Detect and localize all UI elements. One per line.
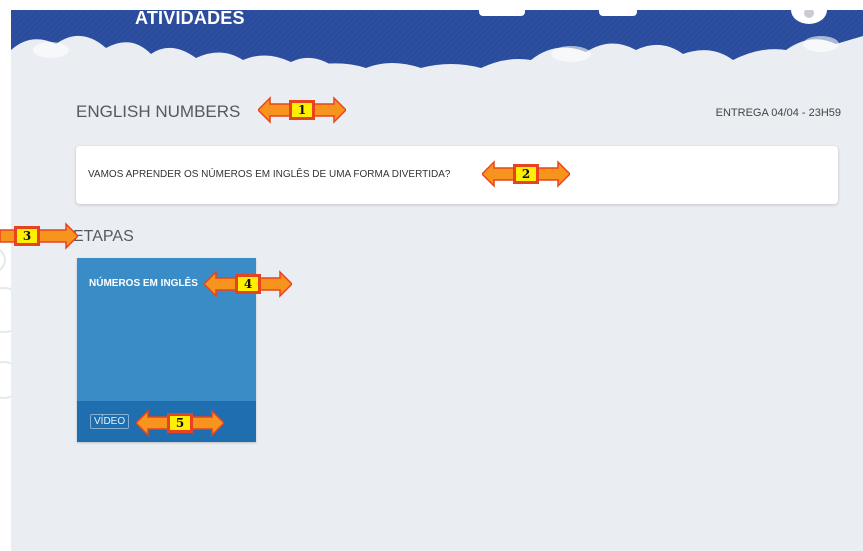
annotation-callout-5: 5 xyxy=(136,409,224,437)
stage-type-badge: VÍDEO xyxy=(90,414,130,429)
annotation-callout-2: 2 xyxy=(482,160,570,188)
due-date: ENTREGA 04/04 - 23H59 xyxy=(715,107,841,119)
annotation-number: 4 xyxy=(235,274,261,294)
activity-title: ENGLISH NUMBERS xyxy=(76,102,241,121)
description-card: VAMOS APRENDER OS NÚMEROS EM INGLÊS DE U… xyxy=(76,146,838,204)
app-frame: ATIVIDADES ENGLISH NUMBERS ENTREGA 04/04… xyxy=(11,10,863,551)
header-tab[interactable] xyxy=(599,10,637,16)
annotation-callout-3: 3 xyxy=(0,222,78,250)
annotation-number: 5 xyxy=(167,413,193,433)
annotation-callout-4: 4 xyxy=(204,270,292,298)
stages-heading: ETAPAS xyxy=(73,228,134,245)
activity-description: VAMOS APRENDER OS NÚMEROS EM INGLÊS DE U… xyxy=(88,169,451,180)
annotation-number: 2 xyxy=(513,164,539,184)
annotation-number: 3 xyxy=(14,226,40,246)
header-tab[interactable] xyxy=(479,10,525,16)
user-icon xyxy=(804,10,814,18)
stage-name: NÚMEROS EM INGLÊS xyxy=(89,278,198,289)
annotation-callout-1: 1 xyxy=(258,96,346,124)
page-header-title: ATIVIDADES xyxy=(135,10,245,28)
annotation-number: 1 xyxy=(289,100,315,120)
